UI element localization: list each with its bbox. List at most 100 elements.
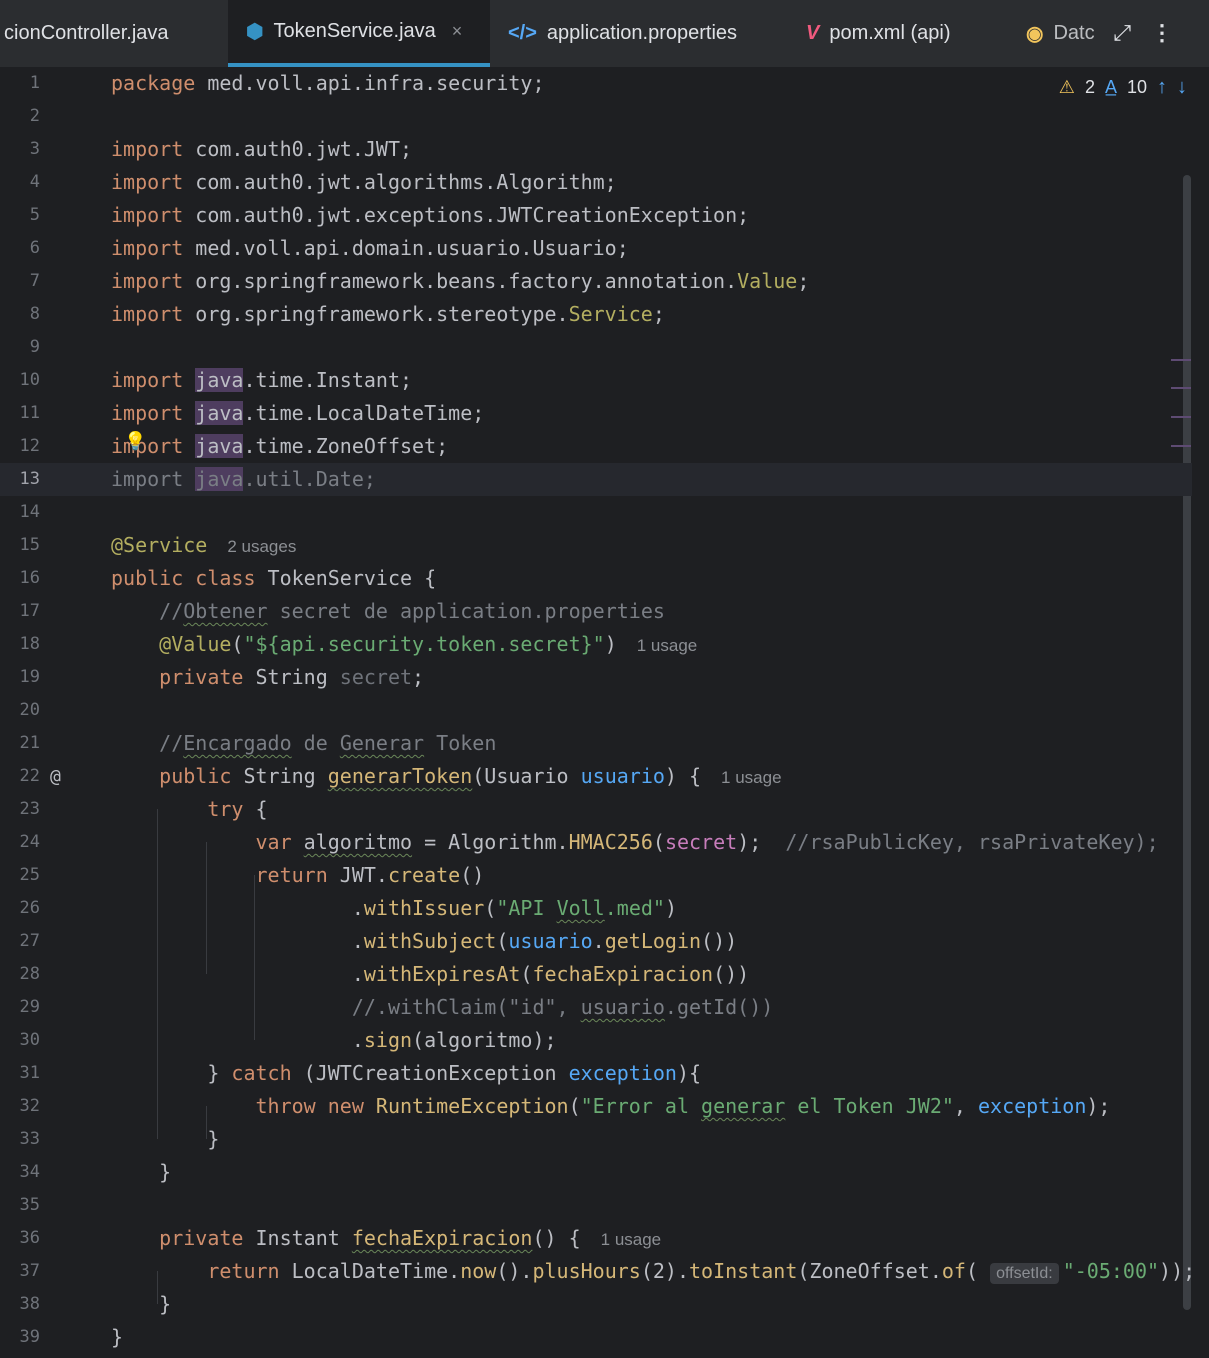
tab-token-service[interactable]: ⬢ TokenService.java × — [228, 0, 490, 67]
maven-icon: V — [806, 21, 820, 44]
code-editor[interactable]: 💡 1 package med.voll.api.infra.security; 2… — [0, 67, 1209, 1358]
code-text[interactable]: @Service 2 usages — [111, 529, 296, 563]
expand-icon[interactable]: ⤢ — [1113, 20, 1131, 46]
previous-highlight-arrow-icon[interactable]: ↑ — [1157, 76, 1167, 99]
code-text[interactable]: import com.auth0.jwt.JWT; — [111, 133, 412, 166]
tab-label: Datc — [1053, 21, 1095, 44]
code-text[interactable]: //Obtener secret de application.properti… — [111, 595, 665, 628]
code-line[interactable]: 37 return LocalDateTime.now().plusHours(… — [0, 1255, 1195, 1290]
code-text[interactable]: import java.time.ZoneOffset; — [111, 430, 448, 463]
properties-code-icon: </> — [508, 21, 537, 44]
code-text[interactable]: @Value("${api.security.token.secret}") 1 … — [111, 628, 697, 662]
line-number: 12 — [19, 436, 40, 456]
code-text[interactable]: throw new RuntimeException("Error al gen… — [111, 1090, 1111, 1123]
code-text[interactable]: .withSubject(usuario.getLogin()) — [111, 925, 737, 958]
code-text[interactable]: package med.voll.api.infra.security; — [111, 67, 545, 100]
code-line[interactable]: 5 import com.auth0.jwt.exceptions.JWTCrea… — [0, 199, 1192, 232]
code-line[interactable]: 10 import java.time.Instant; — [0, 364, 1192, 397]
code-text[interactable]: import java.util.Date; — [111, 463, 376, 496]
code-text[interactable]: return LocalDateTime.now().plusHours(2).… — [111, 1255, 1195, 1290]
code-line[interactable]: 36 private Instant fechaExpiracion() {1 … — [0, 1222, 1192, 1255]
code-text[interactable]: import java.time.Instant; — [111, 364, 412, 397]
code-line[interactable]: 6 import med.voll.api.domain.usuario.Usua… — [0, 232, 1192, 265]
code-text[interactable]: } — [111, 1321, 123, 1354]
code-text[interactable]: import java.time.LocalDateTime; — [111, 397, 484, 430]
code-text[interactable]: import org.springframework.beans.factory… — [111, 265, 809, 298]
code-text[interactable]: .withExpiresAt(fechaExpiracion()) — [111, 958, 749, 991]
code-text[interactable]: .sign(algoritmo); — [111, 1024, 557, 1057]
code-text[interactable]: import org.springframework.stereotype.Se… — [111, 298, 665, 331]
code-line[interactable]: 34 } — [0, 1156, 1192, 1189]
code-text[interactable]: return JWT.create() — [111, 859, 485, 892]
code-line[interactable]: 22 @ public String generarToken(Usuario u… — [0, 760, 1192, 793]
code-text[interactable]: } catch (JWTCreationException exception)… — [111, 1057, 701, 1090]
next-highlight-arrow-icon[interactable]: ↓ — [1177, 76, 1187, 99]
code-line[interactable]: 8 import org.springframework.stereotype.S… — [0, 298, 1192, 331]
line-number: 7 — [29, 271, 40, 291]
code-line[interactable]: 13 import java.util.Date; — [0, 463, 1192, 496]
code-line[interactable]: 24 var algoritmo = Algorithm.HMAC256(sec… — [0, 826, 1192, 859]
code-text[interactable]: try { — [111, 793, 267, 826]
line-number: 10 — [19, 370, 40, 390]
code-text[interactable]: import med.voll.api.domain.usuario.Usuar… — [111, 232, 629, 265]
line-number: 21 — [19, 733, 40, 753]
line-number: 26 — [19, 898, 40, 918]
code-line[interactable]: 20 — [0, 694, 1192, 727]
code-line[interactable]: 21 //Encargado de Generar Token — [0, 727, 1192, 760]
code-line[interactable]: 29 //.withClaim("id", usuario.getId()) — [0, 991, 1192, 1024]
tab-data[interactable]: ◉ Datc — [1026, 0, 1096, 66]
code-line[interactable]: 11 import java.time.LocalDateTime; — [0, 397, 1192, 430]
code-text[interactable]: import com.auth0.jwt.exceptions.JWTCreat… — [111, 199, 749, 232]
code-text[interactable]: import com.auth0.jwt.algorithms.Algorith… — [111, 166, 617, 199]
tab-pom-xml[interactable]: V pom.xml (api) — [806, 0, 950, 66]
code-line[interactable]: 15 @Service 2 usages — [0, 529, 1192, 562]
code-line[interactable]: 16 public class TokenService { — [0, 562, 1192, 595]
code-line[interactable]: 19 private String secret; — [0, 661, 1192, 694]
code-line[interactable]: 1 package med.voll.api.infra.security; — [0, 67, 1192, 100]
code-text[interactable]: public String generarToken(Usuario usuar… — [111, 760, 781, 794]
tab-application-properties[interactable]: </> application.properties — [508, 0, 737, 66]
code-line[interactable]: 3 import com.auth0.jwt.JWT; — [0, 133, 1192, 166]
warning-count: 2 — [1084, 77, 1095, 97]
code-line[interactable]: 39} — [0, 1321, 1192, 1354]
code-line[interactable]: 23 try { — [0, 793, 1192, 826]
code-text[interactable]: var algoritmo = Algorithm.HMAC256(secret… — [111, 826, 1159, 859]
code-line[interactable]: 33 } — [0, 1123, 1192, 1156]
inspection-widget[interactable]: ⚠ 2 A̲ 10 ↑ ↓ — [1059, 76, 1187, 99]
code-line[interactable]: 12 import java.time.ZoneOffset; — [0, 430, 1192, 463]
line-number: 36 — [19, 1228, 40, 1248]
tab-controller[interactable]: cionController.java — [4, 0, 169, 66]
code-line[interactable]: 35 — [0, 1189, 1192, 1222]
code-line[interactable]: 2 — [0, 100, 1192, 133]
code-text[interactable]: //Encargado de Generar Token — [111, 727, 496, 760]
lightbulb-icon[interactable]: 💡 — [124, 431, 146, 452]
close-icon[interactable]: × — [452, 21, 463, 42]
code-text[interactable]: } — [111, 1123, 219, 1156]
code-text[interactable]: .withIssuer("API Voll.med") — [111, 892, 677, 925]
code-line[interactable]: 31 } catch (JWTCreationException excepti… — [0, 1057, 1192, 1090]
line-number: 25 — [19, 865, 40, 885]
override-gutter-icon[interactable]: @ — [50, 760, 61, 793]
code-line[interactable]: 28 .withExpiresAt(fechaExpiracion()) — [0, 958, 1192, 991]
code-text[interactable]: private String secret; — [111, 661, 424, 694]
code-line[interactable]: 26 .withIssuer("API Voll.med") — [0, 892, 1192, 925]
line-number: 18 — [19, 634, 40, 654]
code-line[interactable]: 25 return JWT.create() — [0, 859, 1192, 892]
code-line[interactable]: 18 @Value("${api.security.token.secret}"… — [0, 628, 1192, 661]
code-line[interactable]: 30 .sign(algoritmo); — [0, 1024, 1192, 1057]
code-text[interactable]: public class TokenService { — [111, 562, 436, 595]
code-line[interactable]: 4 import com.auth0.jwt.algorithms.Algorit… — [0, 166, 1192, 199]
code-line[interactable]: 38 } — [0, 1288, 1192, 1321]
line-number: 24 — [19, 832, 40, 852]
more-vertical-icon[interactable]: ⋮ — [1151, 20, 1173, 46]
code-text[interactable]: //.withClaim("id", usuario.getId()) — [111, 991, 773, 1024]
code-line[interactable]: 9 — [0, 331, 1192, 364]
code-text[interactable]: } — [111, 1156, 171, 1189]
code-line[interactable]: 32 throw new RuntimeException("Error al … — [0, 1090, 1192, 1123]
code-text[interactable]: private Instant fechaExpiracion() {1 usa… — [111, 1222, 661, 1256]
code-line[interactable]: 17 //Obtener secret de application.prope… — [0, 595, 1192, 628]
code-line[interactable]: 14 — [0, 496, 1192, 529]
code-text[interactable]: } — [111, 1288, 171, 1321]
code-line[interactable]: 27 .withSubject(usuario.getLogin()) — [0, 925, 1192, 958]
code-line[interactable]: 7 import org.springframework.beans.factor… — [0, 265, 1192, 298]
